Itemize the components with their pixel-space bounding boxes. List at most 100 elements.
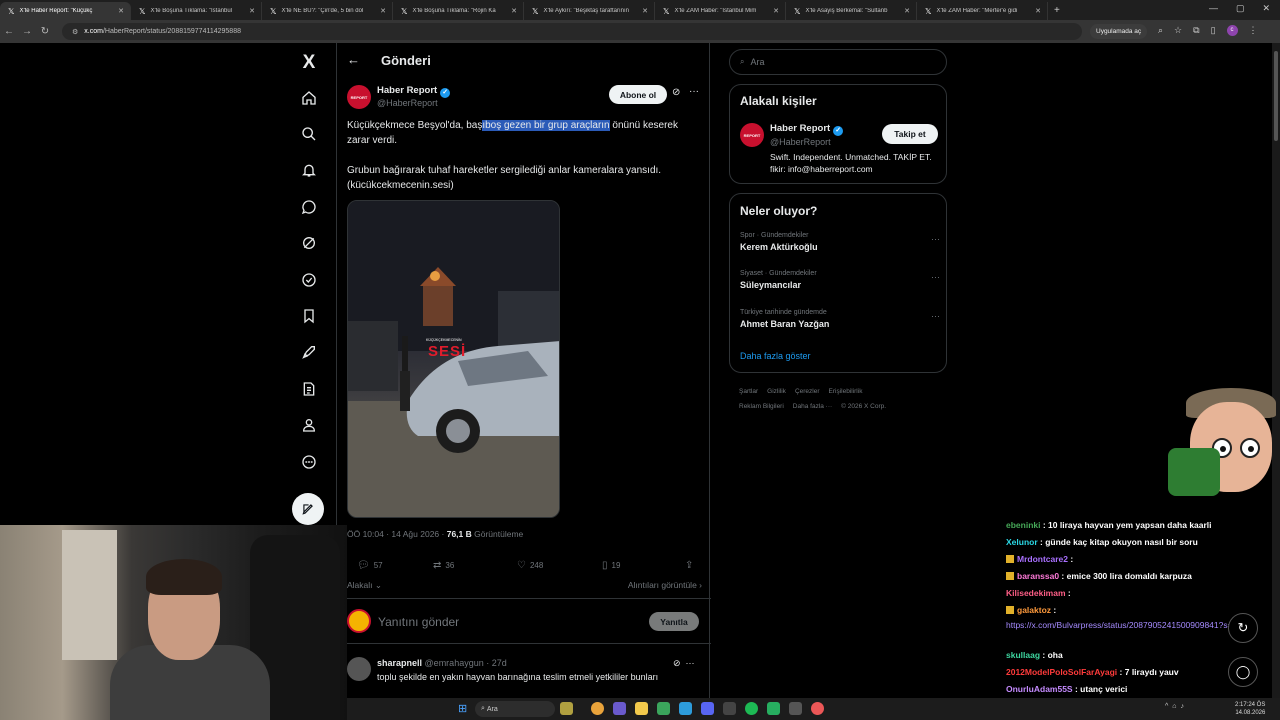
tab-close-icon[interactable]: ✕	[249, 7, 255, 15]
system-tray-icons[interactable]: ^⌂♪	[1165, 703, 1188, 710]
more-icon[interactable]	[297, 450, 321, 474]
taskbar-clock[interactable]: 2:17:24 ÖS 14.08.2026	[1235, 701, 1265, 717]
discord-icon[interactable]	[701, 702, 714, 715]
profile-icon[interactable]	[297, 413, 321, 437]
profile-avatar[interactable]: c	[1226, 25, 1238, 36]
taskbar-app-icon[interactable]	[657, 702, 670, 715]
zoom-icon[interactable]: ⌕	[1158, 25, 1163, 36]
sidepanel-icon[interactable]: ▯	[1211, 25, 1216, 36]
explore-icon[interactable]	[297, 122, 321, 146]
chat-bubble-icon[interactable]: ◯	[1228, 657, 1258, 687]
grok-icon[interactable]	[297, 231, 321, 255]
footer-link[interactable]: Çerezler	[795, 388, 820, 395]
footer-link[interactable]: Şartlar	[739, 388, 758, 395]
trend-more-icon[interactable]: ···	[931, 311, 940, 321]
footer-link[interactable]: Erişilebilirlik	[829, 388, 863, 395]
reply-button[interactable]: Yanıtla	[649, 612, 699, 631]
x-logo-icon[interactable]: X	[297, 51, 321, 75]
author-avatar[interactable]: REPORT	[347, 85, 371, 109]
site-info-icon[interactable]: ⚙	[72, 28, 78, 36]
close-window-icon[interactable]: ✕	[1262, 3, 1270, 14]
post-video[interactable]: KÜÇÜKÇEKMECENİN SESİ	[347, 200, 560, 518]
tab-close-icon[interactable]: ✕	[118, 7, 124, 15]
chat-username[interactable]: OnurluAdam55S	[1006, 684, 1073, 694]
related-handle[interactable]: @HaberReport	[770, 137, 831, 147]
show-more-link[interactable]: Daha fazla göster	[740, 351, 811, 361]
comment-more-icon[interactable]: ⊘ ···	[673, 658, 695, 669]
back-arrow-icon[interactable]: ←	[347, 52, 360, 67]
trend-item[interactable]: Siyaset · Gündemdekiler Süleymancılar ···	[740, 270, 940, 290]
home-icon[interactable]	[297, 86, 321, 110]
new-tab-icon[interactable]: +	[1054, 5, 1060, 16]
trend-more-icon[interactable]: ···	[931, 234, 940, 244]
file-explorer-icon[interactable]	[635, 702, 648, 715]
taskbar-app-icon[interactable]	[613, 702, 626, 715]
reply-input[interactable]: Yanıtını gönder	[378, 615, 459, 629]
sort-relevant-dropdown[interactable]: Alakalı ⌄	[347, 580, 382, 591]
chat-link[interactable]: https://x.com/Bulvarpress/status/2087905…	[1006, 620, 1242, 630]
repost-action[interactable]: ⇄ 36	[433, 560, 454, 571]
browser-tab[interactable]: 𝕏 X'te NE BU?: "Çin'de, 5 bin dol ✕	[262, 2, 393, 20]
edge-icon[interactable]	[679, 702, 692, 715]
minimize-icon[interactable]: —	[1209, 3, 1218, 14]
browser-menu-icon[interactable]: ⋮	[1249, 25, 1258, 36]
chat-username[interactable]: baranssa0	[1017, 571, 1059, 581]
bookmark-action[interactable]: ▯ 19	[602, 560, 620, 571]
commenter-name[interactable]: sharapnell @emrahaygun · 27d	[377, 658, 507, 668]
chat-refresh-icon[interactable]: ↻	[1228, 613, 1258, 643]
chat-username[interactable]: skullaag	[1006, 650, 1040, 660]
premium-icon[interactable]	[297, 340, 321, 364]
bookmarks-icon[interactable]	[297, 304, 321, 328]
grok-explain-icon[interactable]: ⊘	[672, 87, 680, 98]
browser-tab[interactable]: 𝕏 X'te Asayiş Berkemal: "Sultanb ✕	[786, 2, 917, 20]
post-time[interactable]: ÖÖ 10:04 · 14 Ağu 2026 ·	[347, 529, 447, 539]
trend-more-icon[interactable]: ···	[931, 272, 940, 282]
browser-tab[interactable]: 𝕏 X'te ZAM Haber: "İstanbul Mim ✕	[655, 2, 786, 20]
tab-close-icon[interactable]: ✕	[380, 7, 386, 15]
follow-button[interactable]: Takip et	[882, 124, 938, 144]
tab-close-icon[interactable]: ✕	[511, 7, 517, 15]
compose-post-button[interactable]	[292, 493, 324, 525]
taskbar-app-icon[interactable]	[789, 702, 802, 715]
forward-icon[interactable]: →	[18, 26, 36, 37]
author-name[interactable]: Haber Report ✓	[377, 85, 451, 98]
chat-username[interactable]: Xelunor	[1006, 537, 1038, 547]
browser-tab[interactable]: 𝕏 X'te Boşuna Tıklama: "Rojin Ka ✕	[393, 2, 524, 20]
chat-username[interactable]: galaktoz	[1017, 605, 1051, 615]
browser-tab[interactable]: 𝕏 X'te Aykırı: "Beşiktaş taraftarının ✕	[524, 2, 655, 20]
tab-close-icon[interactable]: ✕	[642, 7, 648, 15]
reload-icon[interactable]: ↻	[36, 26, 54, 37]
bookmark-star-icon[interactable]: ☆	[1174, 25, 1182, 36]
trend-item[interactable]: Spor · Gündemdekiler Kerem Aktürkoğlu ···	[740, 232, 940, 252]
lists-icon[interactable]	[297, 377, 321, 401]
scrollbar-thumb[interactable]	[1274, 51, 1278, 141]
subscribe-button[interactable]: Abone ol	[609, 85, 667, 104]
tab-close-icon[interactable]: ✕	[1035, 7, 1041, 15]
taskbar-app-icon[interactable]	[560, 702, 573, 715]
chat-username[interactable]: Kilisedekimam	[1006, 588, 1066, 598]
trend-item[interactable]: Türkiye tarihinde gündemde Ahmet Baran Ya…	[740, 309, 940, 329]
taskbar-app-icon[interactable]	[767, 702, 780, 715]
chrome-icon[interactable]	[591, 702, 604, 715]
verified-icon[interactable]	[297, 268, 321, 292]
tab-close-icon[interactable]: ✕	[904, 7, 910, 15]
post-more-icon[interactable]: ···	[689, 86, 699, 97]
footer-link[interactable]: Daha fazla ···	[793, 403, 832, 410]
taskbar-app-icon[interactable]	[723, 702, 736, 715]
taskbar-search[interactable]: ⌕ Ara	[475, 701, 555, 717]
messages-icon[interactable]	[297, 195, 321, 219]
chat-username[interactable]: Mrdontcare2	[1017, 554, 1068, 564]
reply-action[interactable]: 💬︎ 57	[357, 560, 383, 571]
footer-link[interactable]: Reklam Bilgileri	[739, 403, 784, 410]
back-icon[interactable]: ←	[0, 26, 18, 37]
windows-start-icon[interactable]: ⊞	[458, 702, 467, 715]
notifications-icon[interactable]	[297, 158, 321, 182]
chat-username[interactable]: ebeninki	[1006, 520, 1040, 530]
browser-tab[interactable]: 𝕏 X'te Boşuna Tıklama: "İstanbul ✕	[131, 2, 262, 20]
spotify-icon[interactable]	[745, 702, 758, 715]
view-quotes-link[interactable]: Alıntıları görüntüle ›	[628, 580, 702, 590]
scrollbar[interactable]	[1272, 43, 1280, 720]
browser-tab-active[interactable]: 𝕏 X'te Haber Report: "Küçükç ✕	[0, 2, 131, 20]
footer-link[interactable]: Gizlilik	[767, 388, 786, 395]
like-action[interactable]: ♡ 248	[517, 560, 543, 571]
